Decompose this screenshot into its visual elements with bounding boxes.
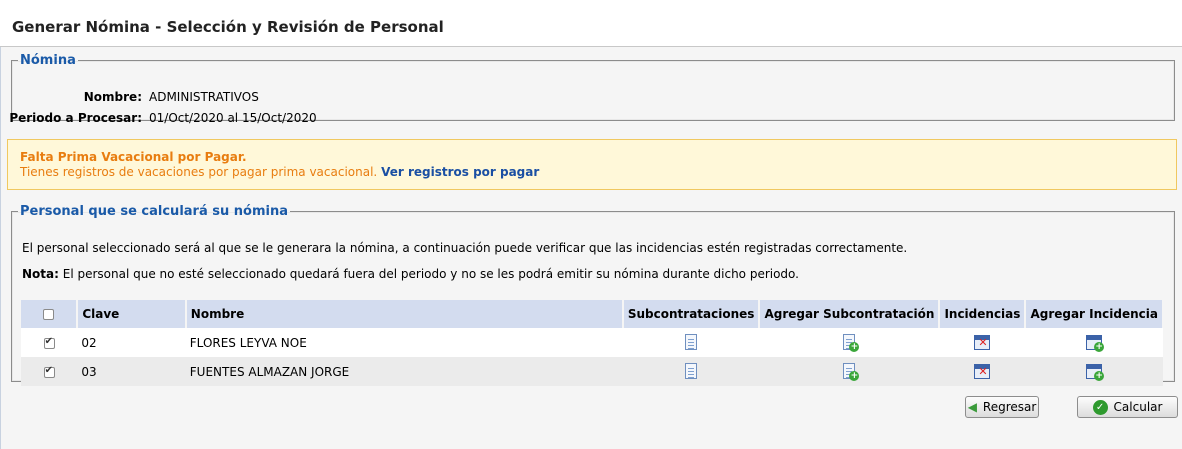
subcontrataciones-cell — [622, 357, 760, 386]
calendar-delete-icon[interactable]: ✕ — [974, 334, 991, 351]
regresar-label: Regresar — [982, 400, 1037, 414]
col-agregar-incidencia: Agregar Incidencia — [1025, 300, 1164, 328]
row-checkbox[interactable] — [43, 365, 55, 378]
agregar-subcontratacion-cell: + — [759, 328, 940, 357]
clave-cell: 02 — [77, 328, 186, 357]
table-row: 03 FUENTES ALMAZAN JORGE + ✕ + — [21, 357, 1163, 386]
regresar-button[interactable]: ◀ Regresar — [965, 396, 1039, 418]
select-all-header — [21, 300, 79, 328]
nomina-legend: Nómina — [20, 53, 76, 68]
agregar-incidencia-cell: + — [1025, 328, 1163, 357]
alert-message: Tienes registros de vacaciones por pagar… — [20, 165, 378, 179]
agregar-subcontratacion-cell: + — [759, 357, 940, 386]
personal-fieldset: Personal que se calculará su nómina El p… — [11, 204, 1175, 386]
check-circle-icon: ✓ — [1092, 399, 1108, 415]
ver-registros-link[interactable]: Ver registros por pagar — [381, 165, 539, 179]
select-all-checkbox[interactable] — [43, 309, 55, 320]
row-select-cell — [21, 357, 78, 386]
nombre-cell: FUENTES ALMAZAN JORGE — [185, 357, 623, 386]
note-label: Nota: — [22, 267, 59, 281]
table-header-row: Clave Nombre Subcontrataciones Agregar S… — [21, 300, 1164, 328]
col-nombre: Nombre — [185, 300, 624, 328]
document-icon[interactable] — [683, 334, 699, 351]
alert-message-line: Tienes registros de vacaciones por pagar… — [20, 165, 539, 179]
table-row: 02 FLORES LEYVA NOE + ✕ + — [21, 328, 1163, 357]
clave-cell: 03 — [77, 357, 186, 386]
calendar-delete-icon[interactable]: ✕ — [974, 363, 991, 380]
alert-title: Falta Prima Vacacional por Pagar. — [20, 150, 247, 164]
calendar-add-icon[interactable]: + — [1086, 363, 1105, 381]
incidencias-cell: ✕ — [939, 357, 1026, 386]
row-select-cell — [21, 328, 78, 357]
calcular-label: Calcular — [1113, 400, 1163, 414]
document-add-icon[interactable]: + — [841, 334, 860, 352]
content-area: Nómina Nombre: ADMINISTRATIVOS Periodo a… — [0, 47, 1182, 449]
nombre-cell: FLORES LEYVA NOE — [185, 328, 623, 357]
col-incidencias: Incidencias — [939, 300, 1027, 328]
page-title: Generar Nómina - Selección y Revisión de… — [12, 18, 444, 36]
calcular-button[interactable]: ✓ Calcular — [1077, 396, 1178, 418]
document-icon[interactable] — [683, 363, 699, 380]
row-checkbox[interactable] — [43, 336, 55, 349]
periodo-value: 01/Oct/2020 al 15/Oct/2020 — [149, 111, 317, 125]
personal-legend: Personal que se calculará su nómina — [20, 204, 288, 219]
subcontrataciones-cell — [622, 328, 760, 357]
agregar-incidencia-cell: + — [1025, 357, 1163, 386]
personal-table: Clave Nombre Subcontrataciones Agregar S… — [21, 300, 1164, 386]
calendar-add-icon[interactable]: + — [1086, 334, 1105, 352]
document-add-icon[interactable]: + — [841, 363, 860, 381]
nombre-value: ADMINISTRATIVOS — [149, 90, 259, 104]
col-subcontrataciones: Subcontrataciones — [622, 300, 761, 328]
back-arrow-icon: ◀ — [967, 400, 977, 414]
note-text: El personal que no esté seleccionado que… — [58, 267, 799, 281]
prima-vacacional-alert: Falta Prima Vacacional por Pagar. Tienes… — [7, 139, 1177, 190]
nombre-label: Nombre: — [83, 90, 142, 104]
personal-description: El personal seleccionado será al que se … — [22, 241, 908, 255]
periodo-label: Periodo a Procesar: — [9, 111, 142, 125]
col-agregar-subcontratacion: Agregar Subcontratación — [759, 300, 941, 328]
page-header: Generar Nómina - Selección y Revisión de… — [0, 0, 1182, 47]
nomina-fieldset: Nómina Nombre: ADMINISTRATIVOS Periodo a… — [9, 53, 1175, 125]
incidencias-cell: ✕ — [939, 328, 1026, 357]
col-clave: Clave — [77, 300, 187, 328]
personal-note: Nota: El personal que no esté selecciona… — [22, 267, 799, 281]
